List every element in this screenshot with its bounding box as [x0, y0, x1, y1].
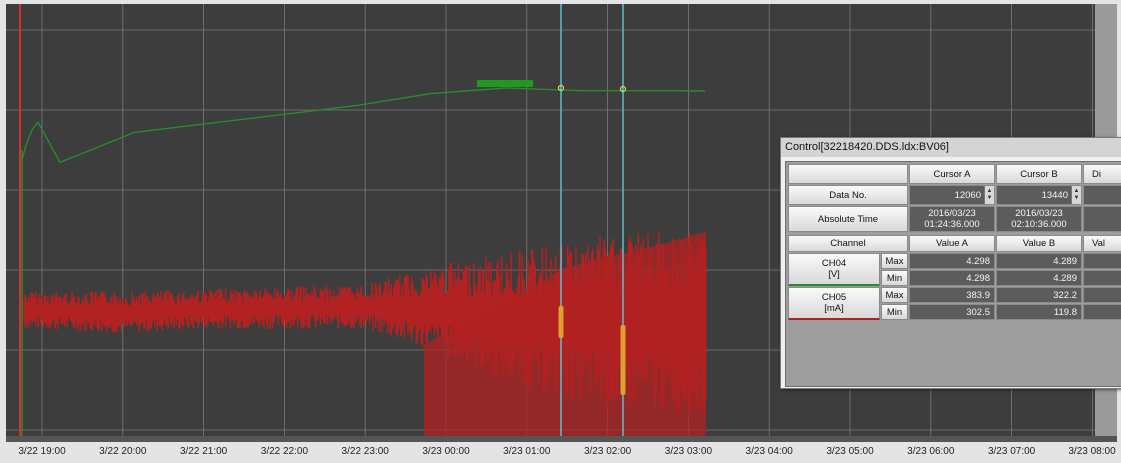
ch04-max-diff — [1083, 253, 1121, 269]
channel-ch05-unit: [mA] — [824, 303, 844, 314]
panel-title[interactable]: Control[32218420.DDS.ldx:BV06] — [781, 138, 1121, 157]
ch04-dense-segment — [477, 80, 533, 87]
x-tick-label: 3/22 23:00 — [341, 446, 389, 457]
cursor-b-time: 02:10:36.000 — [1011, 219, 1067, 230]
x-tick-label: 3/22 21:00 — [179, 446, 228, 457]
col-header-diff[interactable]: Di — [1083, 164, 1121, 184]
cursor-b-spinner-icon[interactable]: ▲ ▼ — [1071, 186, 1081, 204]
cursor-a-ch05-marker — [558, 306, 564, 338]
channel-ch04-name: CH04 — [821, 258, 847, 269]
ch05-max-label: Max — [881, 287, 908, 303]
row-label-absolute-time: Absolute Time — [788, 206, 908, 232]
x-tick-label: 3/23 05:00 — [826, 446, 874, 457]
x-tick-label: 3/23 03:00 — [664, 446, 713, 457]
x-tick-label: 3/23 06:00 — [907, 446, 955, 457]
x-tick-label: 3/23 01:00 — [503, 446, 551, 457]
ch04-max-value-b: 4.289 — [996, 253, 1082, 269]
row-label-data-no: Data No. — [788, 185, 908, 205]
ch05-max-diff — [1083, 287, 1121, 303]
cursor-b-date: 2016/03/23 — [1015, 208, 1063, 219]
cursor-b-ch05-marker — [620, 325, 626, 395]
cursor-a-date: 2016/03/23 — [928, 208, 976, 219]
cursor-a-time: 01:24:36.000 — [924, 219, 980, 230]
x-axis-strip — [6, 436, 1117, 442]
cursor-b-data-no-value: 13440 — [1041, 189, 1068, 201]
ch05-min-value-a: 302.5 — [909, 304, 995, 320]
ch04-min-value-a: 4.298 — [909, 270, 995, 286]
cursor-a-spinner-icon[interactable]: ▲ ▼ — [984, 186, 994, 204]
header-blank — [788, 164, 908, 184]
x-tick-label: 3/22 20:00 — [99, 446, 147, 457]
col-header-value-a: Value A — [909, 235, 995, 252]
x-tick-label: 3/23 07:00 — [987, 446, 1036, 457]
ch05-max-value-a: 383.9 — [909, 287, 995, 303]
x-tick-label: 3/23 00:00 — [422, 446, 470, 457]
x-tick-label: 3/23 08:00 — [1068, 446, 1116, 457]
col-header-val: Val — [1083, 235, 1121, 252]
cursor-b-data-no[interactable]: 13440 ▲ ▼ — [996, 185, 1082, 205]
channel-ch04[interactable]: CH04 [V] — [788, 253, 880, 286]
ch05-min-value-b: 119.8 — [996, 304, 1082, 320]
x-tick-label: 3/23 02:00 — [583, 446, 632, 457]
x-tick-label: 3/23 04:00 — [745, 446, 793, 457]
x-tick-label: 3/22 22:00 — [260, 446, 309, 457]
cursor-a-absolute-time: 2016/03/23 01:24:36.000 — [909, 206, 995, 232]
col-header-value-b: Value B — [996, 235, 1082, 252]
diff-data-no — [1083, 185, 1121, 205]
diff-absolute-time — [1083, 206, 1121, 232]
control-panel-window[interactable]: Control[32218420.DDS.ldx:BV06] Cursor A … — [780, 137, 1121, 389]
ch05-min-diff — [1083, 304, 1121, 320]
cursor-a-data-no[interactable]: 12060 ▲ ▼ — [909, 185, 995, 205]
ch05-max-value-b: 322.2 — [996, 287, 1082, 303]
channel-ch05[interactable]: CH05 [mA] — [788, 287, 880, 320]
ch04-max-value-a: 4.298 — [909, 253, 995, 269]
ch04-min-diff — [1083, 270, 1121, 286]
channel-ch05-name: CH05 — [821, 292, 847, 303]
col-header-cursor-a[interactable]: Cursor A — [909, 164, 995, 184]
ch04-max-label: Max — [881, 253, 908, 269]
cursor-table: Cursor A Cursor B Di Data No. 12060 ▲ ▼ 1… — [785, 161, 1121, 387]
ch04-min-value-b: 4.289 — [996, 270, 1082, 286]
ch04-min-label: Min — [881, 270, 908, 286]
cursor-a-data-no-value: 12060 — [954, 189, 981, 201]
col-header-cursor-b[interactable]: Cursor B — [996, 164, 1082, 184]
x-tick-label: 3/22 19:00 — [18, 446, 66, 457]
col-header-channel: Channel — [788, 235, 908, 252]
cursor-b-absolute-time: 2016/03/23 02:10:36.000 — [996, 206, 1082, 232]
channel-ch04-unit: [V] — [828, 269, 840, 280]
ch05-min-label: Min — [881, 304, 908, 320]
